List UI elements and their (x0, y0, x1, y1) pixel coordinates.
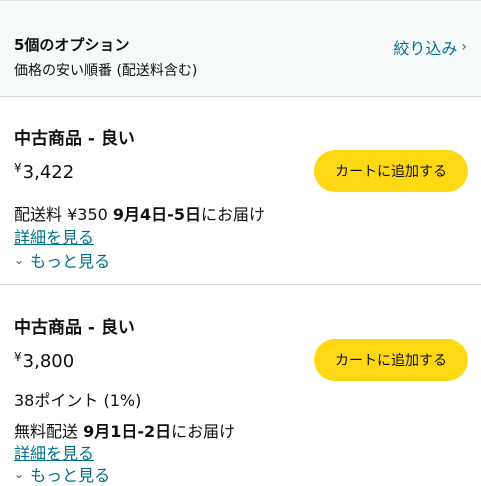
offer-condition: 中古商品 - 良い (14, 318, 135, 338)
add-to-cart-button[interactable]: カートに追加する (314, 150, 468, 192)
currency-symbol: ¥ (14, 161, 22, 175)
chevron-down-icon: ⌄ (14, 253, 25, 267)
chevron-down-icon: ⌄ (14, 467, 25, 481)
delivery-date: 9月1日-2日 (83, 422, 172, 441)
add-to-cart-button[interactable]: カートに追加する (314, 339, 468, 381)
currency-symbol: ¥ (14, 350, 22, 364)
price-value: 3,800 (22, 351, 75, 372)
show-more-toggle[interactable]: ⌄ もっと見る (14, 462, 110, 486)
offer-card: 中古商品 - 良い ¥3,422 カートに追加する 配送料 ¥350 9月4日-… (0, 97, 481, 285)
delivery-suffix: にお届け (200, 205, 265, 224)
options-count-title: 5個のオプション (14, 36, 130, 54)
offer-price: ¥3,800 (14, 350, 74, 372)
filter-label: 絞り込み (393, 39, 458, 58)
filter-link[interactable]: 絞り込み › (393, 35, 467, 59)
price-value: 3,422 (22, 162, 75, 183)
show-more-label: もっと見る (30, 252, 111, 271)
delivery-info: 無料配送 9月1日-2日にお届け (14, 418, 235, 442)
offer-condition: 中古商品 - 良い (14, 129, 135, 149)
offer-price: ¥3,422 (14, 161, 74, 183)
details-link[interactable]: 詳細を見る (14, 440, 94, 464)
delivery-date: 9月4日-5日 (112, 205, 201, 224)
sort-order-label: 価格の安い順番 (配送料含む) (14, 63, 198, 79)
shipping-fee: 無料配送 (14, 422, 84, 441)
shipping-fee: 配送料 ¥350 (14, 205, 113, 224)
options-header: 5個のオプション 価格の安い順番 (配送料含む) 絞り込み › (0, 0, 481, 97)
offer-card: 中古商品 - 良い ¥3,800 カートに追加する 38ポイント (1%) 無料… (0, 285, 481, 485)
points-info: 38ポイント (1%) (14, 391, 142, 410)
delivery-info: 配送料 ¥350 9月4日-5日にお届け (14, 201, 265, 225)
show-more-toggle[interactable]: ⌄ もっと見る (14, 248, 110, 272)
details-link[interactable]: 詳細を見る (14, 224, 94, 248)
delivery-suffix: にお届け (171, 422, 236, 441)
chevron-right-icon: › (461, 39, 467, 55)
show-more-label: もっと見る (30, 466, 111, 485)
